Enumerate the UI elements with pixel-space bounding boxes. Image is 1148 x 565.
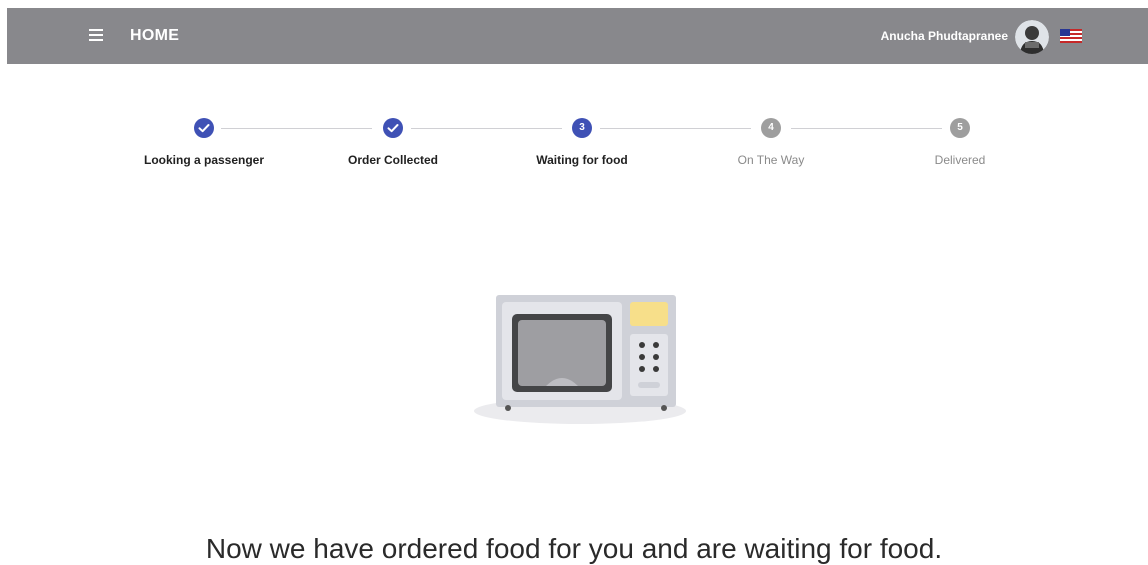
page-title: HOME <box>130 27 180 44</box>
progress-stepper: 3 4 5 Looking a passenger Order Collecte… <box>0 115 1148 175</box>
step-2-check-icon <box>383 118 403 138</box>
step-3-number: 3 <box>572 118 592 138</box>
app-header: HOME Anucha Phudtapranee <box>7 8 1148 64</box>
step-5-number: 5 <box>950 118 970 138</box>
step-1-label: Looking a passenger <box>143 153 265 167</box>
step-1-check-icon <box>194 118 214 138</box>
step-3-label: Waiting for food <box>536 153 628 167</box>
step-connector <box>600 128 751 129</box>
microwave-illustration <box>472 290 692 430</box>
status-message: Now we have ordered food for you and are… <box>205 533 943 564</box>
step-connector <box>791 128 942 129</box>
menu-icon[interactable] <box>87 26 113 48</box>
step-connector <box>411 128 562 129</box>
step-connector <box>221 128 372 129</box>
step-2-label: Order Collected <box>347 153 439 167</box>
step-5-label: Delivered <box>934 153 986 167</box>
step-4-number: 4 <box>761 118 781 138</box>
user-name[interactable]: Anucha Phudtapranee <box>881 29 1008 43</box>
avatar[interactable] <box>1015 20 1049 54</box>
us-flag-icon[interactable] <box>1060 29 1082 43</box>
step-4-label: On The Way <box>737 153 805 167</box>
